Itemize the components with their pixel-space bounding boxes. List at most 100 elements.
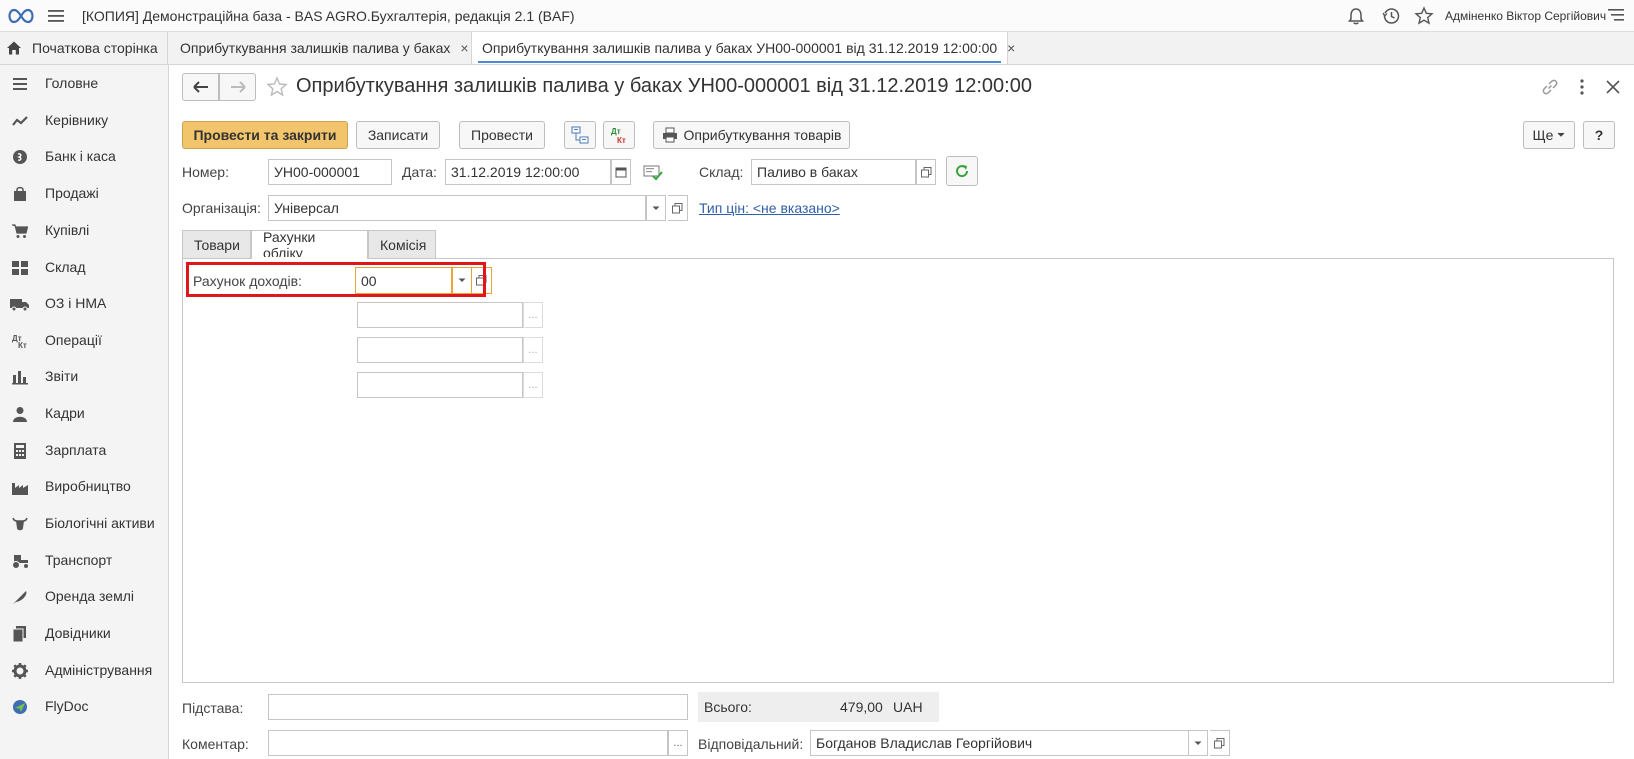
comment-field[interactable] [268, 730, 668, 756]
organization-field[interactable]: Універсал [268, 195, 646, 221]
responsible-field[interactable]: Богданов Владислав Георгійович [810, 730, 1190, 756]
sidebar-item-label: Банк і каса [45, 148, 116, 164]
print-goods-receipt-button[interactable]: Оприбуткування товарів [653, 121, 850, 149]
open-responsible-button[interactable] [1210, 730, 1230, 756]
comment-label: Коментар: [182, 736, 249, 752]
price-type-link[interactable]: Тип цін: <не вказано> [699, 200, 840, 216]
more-button-label: Ще [1532, 127, 1554, 143]
calendar-icon [615, 166, 627, 178]
more-actions-icon[interactable] [1575, 78, 1589, 96]
subconto-1-field[interactable] [357, 302, 523, 328]
back-button[interactable] [182, 73, 219, 101]
sidebar-item-warehouse[interactable]: Склад [0, 250, 169, 286]
warehouse-field[interactable]: Паливо в баках [751, 159, 916, 185]
subconto-2-field[interactable] [357, 337, 523, 363]
total-label: Всього: [704, 699, 752, 715]
favorites-star-icon[interactable] [1414, 6, 1434, 26]
sidebar-item-bio-assets[interactable]: Біологічні активи [0, 506, 169, 542]
arrow-left-icon [192, 81, 209, 93]
debit-credit-icon: Дт Кт [12, 333, 28, 349]
forward-button[interactable] [219, 73, 256, 101]
user-name[interactable]: Адміненко Віктор Сергійович [1445, 9, 1606, 23]
sidebar-item-sales[interactable]: Продажі [0, 176, 169, 212]
sidebar-item-admin[interactable]: Адміністрування [0, 653, 169, 689]
sidebar-item-land-lease[interactable]: Оренда землі [0, 579, 169, 615]
sidebar-item-bank[interactable]: Банк і каса [0, 139, 169, 175]
sidebar-item-label: Купівлі [45, 222, 90, 238]
refresh-button[interactable] [946, 156, 978, 186]
tab-home[interactable]: Початкова сторінка [0, 32, 168, 64]
organization-dropdown-button[interactable] [646, 195, 666, 221]
number-field[interactable]: УН00-000001 [268, 159, 392, 185]
help-button[interactable]: ? [1583, 121, 1615, 149]
tab-fuel-list[interactable]: Оприбуткування залишків палива у баках × [170, 32, 472, 64]
subconto-1-select-button[interactable]: ... [523, 302, 543, 328]
tab-goods[interactable]: Товари [182, 230, 251, 258]
sidebar-item-reports[interactable]: Звіти [0, 359, 169, 395]
open-warehouse-button[interactable] [916, 159, 936, 185]
sidebar-item-label: Звіти [45, 368, 79, 384]
chevron-down-icon [652, 206, 660, 211]
close-icon[interactable] [1604, 78, 1622, 96]
tab-fuel-document[interactable]: Оприбуткування залишків палива у баках У… [472, 32, 1015, 64]
chevron-down-icon [1557, 132, 1565, 138]
favorite-star-icon[interactable] [266, 76, 288, 98]
tab-close-icon[interactable]: × [1007, 40, 1015, 56]
sidebar-item-label: Виробництво [45, 478, 131, 494]
comment-edit-button[interactable]: ... [668, 730, 688, 756]
post-button[interactable]: Провести [459, 121, 545, 149]
main-menu-icon[interactable] [48, 9, 66, 23]
open-tabs-bar: Початкова сторінка Оприбуткування залишк… [0, 32, 1634, 65]
subconto-2-select-button[interactable]: ... [523, 337, 543, 363]
settings-menu-icon[interactable] [1608, 8, 1626, 24]
sidebar-item-main[interactable]: Головне [0, 66, 169, 102]
open-organization-button[interactable] [668, 195, 688, 221]
sidebar-item-label: ОЗ і НМА [45, 295, 107, 311]
tab-commission[interactable]: Комісія [368, 230, 436, 258]
document-title: Оприбуткування залишків палива у баках У… [296, 75, 1032, 97]
tab-accounts[interactable]: Рахунки обліку [251, 229, 368, 261]
basis-field[interactable] [268, 694, 688, 720]
calendar-button[interactable] [611, 159, 631, 185]
notifications-icon[interactable] [1346, 6, 1366, 26]
feather-icon [12, 589, 28, 605]
post-and-close-button[interactable]: Провести та закрити [182, 121, 348, 149]
chevron-down-icon [1194, 741, 1202, 746]
sidebar-item-purchases[interactable]: Купівлі [0, 213, 169, 249]
truck-icon [10, 296, 30, 312]
bar-chart-icon [12, 369, 28, 385]
more-button[interactable]: Ще [1523, 121, 1575, 149]
sidebar-item-label: Головне [45, 75, 99, 91]
sidebar-item-label: Продажі [45, 185, 99, 201]
save-button[interactable]: Записати [356, 121, 440, 149]
subconto-3-field[interactable] [357, 372, 523, 398]
history-icon[interactable] [1381, 6, 1401, 26]
warehouse-label: Склад: [699, 164, 744, 180]
person-icon [12, 406, 28, 422]
structure-button[interactable] [564, 121, 596, 149]
app-logo-icon[interactable] [6, 7, 36, 25]
sidebar-item-label: Транспорт [45, 552, 113, 568]
responsible-label: Відповідальний: [698, 736, 804, 752]
link-icon[interactable] [1541, 78, 1559, 96]
debit-credit-button[interactable]: Дт Кт [603, 121, 635, 149]
coin-icon [12, 149, 28, 165]
tab-close-icon[interactable]: × [460, 40, 468, 56]
sidebar-item-manager[interactable]: Керівнику [0, 103, 169, 139]
subconto-3-select-button[interactable]: ... [523, 372, 543, 398]
shopping-bag-icon [12, 186, 28, 202]
sidebar-item-flydoc[interactable]: FlyDoc [0, 689, 169, 725]
sidebar-item-fixed-assets[interactable]: ОЗ і НМА [0, 286, 169, 322]
responsible-dropdown-button[interactable] [1188, 730, 1208, 756]
date-field[interactable]: 31.12.2019 12:00:00 [445, 159, 611, 185]
tractor-icon [10, 553, 30, 569]
sidebar-item-production[interactable]: Виробництво [0, 469, 169, 505]
sidebar-item-label: Біологічні активи [45, 515, 155, 531]
arrow-right-icon [230, 81, 246, 93]
post-status-icon [643, 163, 663, 181]
sidebar-item-operations[interactable]: Дт Кт Операції [0, 323, 169, 359]
sidebar-item-transport[interactable]: Транспорт [0, 543, 169, 579]
sidebar-item-catalogs[interactable]: Довідники [0, 616, 169, 652]
sidebar-item-hr[interactable]: Кадри [0, 396, 169, 432]
sidebar-item-salary[interactable]: Зарплата [0, 433, 169, 469]
